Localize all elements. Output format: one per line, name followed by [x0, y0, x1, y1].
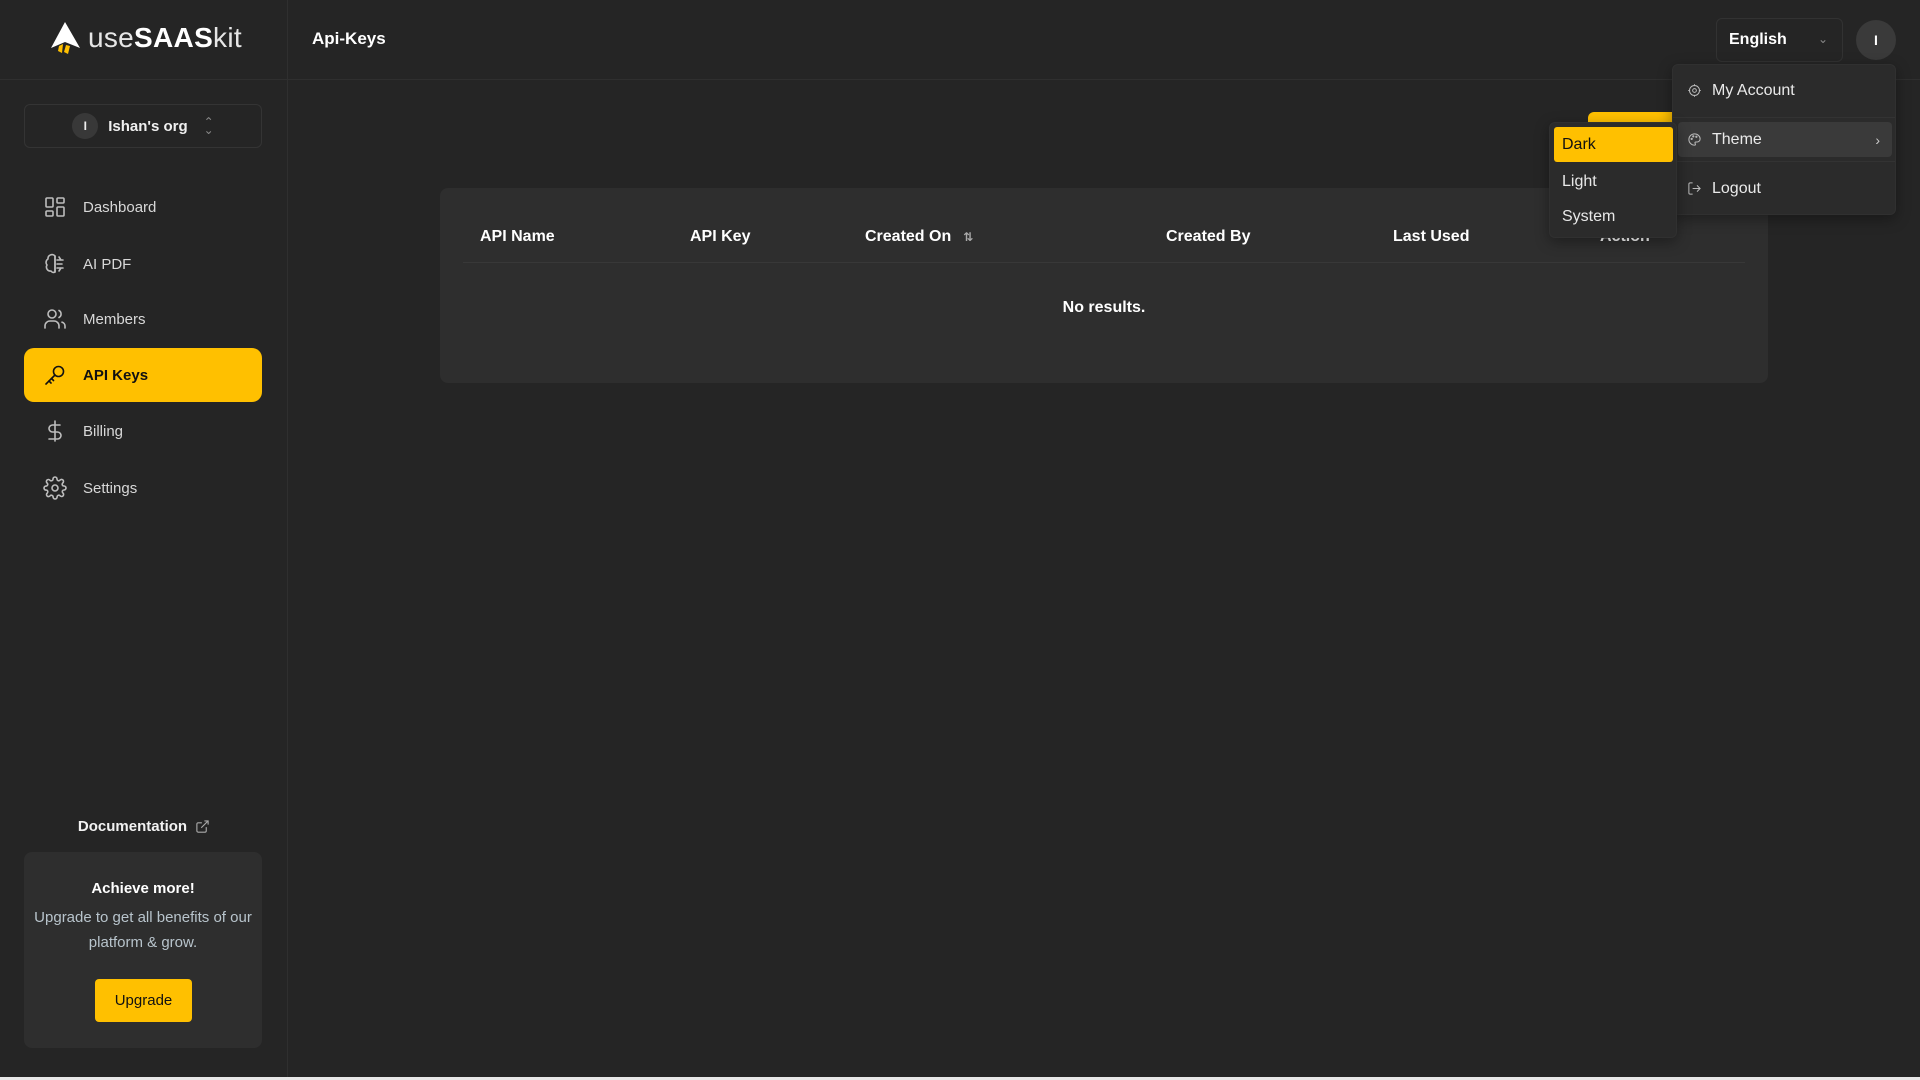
dashboard-icon: [45, 197, 65, 217]
column-header-last-used: Last Used: [1393, 228, 1470, 245]
sidebar-item-label: Billing: [83, 422, 124, 440]
org-switcher[interactable]: I Ishan's org ⌃ ⌄: [24, 104, 262, 148]
key-icon: [45, 365, 65, 385]
upgrade-text: Upgrade to get all benefits of our platf…: [34, 909, 252, 951]
sidebar-item-label: Members: [83, 310, 146, 328]
org-avatar: I: [72, 113, 99, 139]
divider: [0, 79, 288, 80]
column-header-created-by: Created By: [1166, 228, 1251, 245]
sidebar-item-billing[interactable]: Billing: [24, 404, 262, 458]
sidebar-item-api-keys[interactable]: API Keys: [24, 348, 262, 402]
documentation-label: Documentation: [77, 818, 188, 835]
documentation-link[interactable]: Documentation: [0, 818, 288, 835]
palette-icon: [1688, 133, 1701, 146]
theme-option-light[interactable]: Light: [1554, 164, 1673, 199]
org-name: Ishan's org: [108, 117, 188, 135]
language-value: English: [1729, 31, 1787, 48]
column-header-api-key: API Key: [690, 228, 751, 245]
chevron-down-icon: ⌄: [1817, 32, 1828, 46]
theme-option-system[interactable]: System: [1554, 199, 1673, 234]
empty-state-message: No results.: [1062, 299, 1146, 316]
column-header-api-name: API Name: [480, 228, 555, 245]
menu-item-theme[interactable]: Theme ›: [1678, 122, 1892, 157]
logo-text: useSAASkit: [88, 22, 242, 53]
table-header-divider: [463, 262, 1745, 263]
sort-icon[interactable]: ⇅: [963, 230, 973, 244]
ai-brain-icon: [45, 253, 64, 274]
rocket-logo-icon: [51, 22, 80, 54]
chevron-right-icon: ›: [1875, 131, 1880, 148]
app-logo[interactable]: useSAASkit: [48, 18, 242, 58]
logout-icon: [1688, 182, 1701, 195]
account-menu: My Account Theme › Logout: [1672, 64, 1896, 215]
sidebar: useSAASkit I Ishan's org ⌃ ⌄ Dashboard AI…: [0, 0, 288, 1077]
external-link-icon: [196, 820, 209, 833]
upgrade-title: Achieve more!: [91, 880, 195, 897]
upgrade-card: Achieve more! Upgrade to get all benefit…: [24, 852, 262, 1048]
sidebar-item-label: Settings: [83, 479, 138, 497]
menu-divider: [1673, 117, 1895, 118]
sidebar-item-dashboard[interactable]: Dashboard: [24, 180, 262, 234]
sidebar-item-label: AI PDF: [83, 255, 132, 273]
upgrade-button[interactable]: Upgrade: [95, 979, 192, 1022]
members-icon: [44, 309, 66, 329]
sidebar-item-label: Dashboard: [83, 198, 157, 216]
account-settings-icon: [1688, 84, 1701, 97]
page-title: Api-Keys: [312, 29, 386, 48]
sidebar-item-ai-pdf[interactable]: AI PDF: [24, 237, 262, 291]
sidebar-item-settings[interactable]: Settings: [24, 461, 262, 515]
sidebar-item-label: API Keys: [83, 366, 149, 384]
chevrons-up-down-icon: ⌃ ⌄: [203, 115, 214, 137]
gear-icon: [43, 476, 67, 500]
dollar-icon: [48, 420, 62, 442]
language-select[interactable]: English ⌄: [1716, 18, 1843, 62]
menu-item-my-account[interactable]: My Account: [1678, 73, 1892, 108]
column-header-created-on[interactable]: Created On ⇅: [865, 228, 973, 246]
sidebar-item-members[interactable]: Members: [24, 292, 262, 346]
theme-option-dark[interactable]: Dark: [1554, 127, 1673, 162]
theme-submenu: Dark Light System: [1549, 122, 1677, 238]
menu-item-logout[interactable]: Logout: [1678, 171, 1892, 206]
menu-divider: [1673, 161, 1895, 162]
user-avatar-button[interactable]: I: [1856, 20, 1896, 60]
